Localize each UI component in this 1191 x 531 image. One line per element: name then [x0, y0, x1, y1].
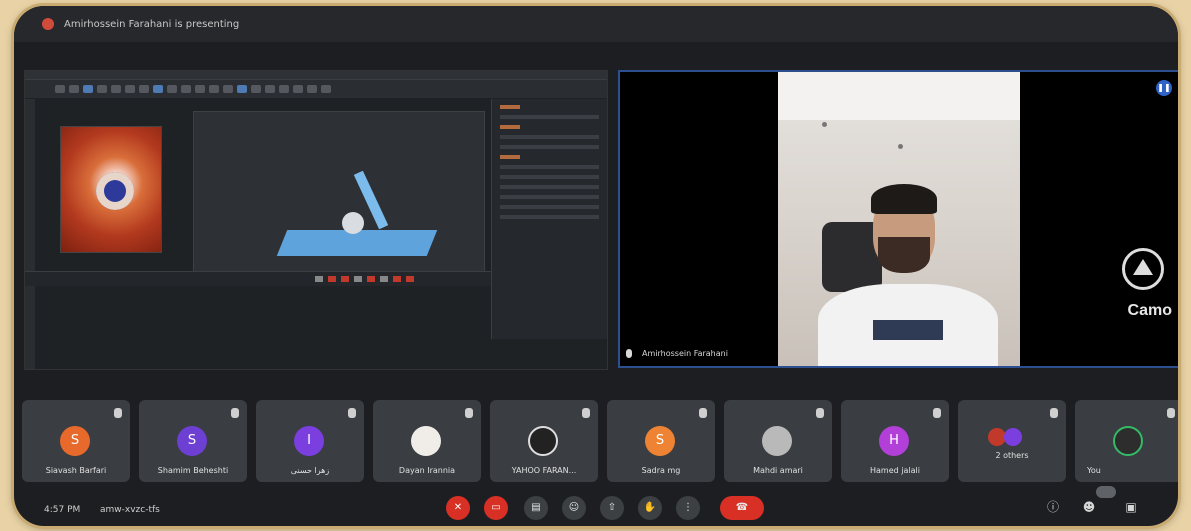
avatar-photo — [1113, 426, 1143, 456]
participant-tile-others[interactable]: 2 others — [958, 400, 1066, 482]
mic-off-icon — [582, 408, 590, 418]
camera-off-button[interactable]: ▭ — [484, 496, 508, 520]
top-bar: Amirhossein Farahani is presenting — [14, 6, 1178, 42]
participant-name: Sadra mg — [641, 466, 681, 475]
participant-tile[interactable]: H Hamed jalali — [841, 400, 949, 482]
participant-name: Mahdi amari — [753, 466, 803, 475]
emoji-button[interactable]: ☺ — [562, 496, 586, 520]
presenting-banner: Amirhossein Farahani is presenting — [64, 18, 240, 30]
participant-name: Siavash Barfari — [45, 466, 107, 475]
participant-name: You — [1087, 466, 1101, 475]
speaker-name-tag: Amirhossein Farahani — [626, 349, 728, 358]
participant-name: Dayan Irannia — [398, 466, 456, 475]
mic-off-button[interactable]: ✕ — [446, 496, 470, 520]
camera-feed — [778, 72, 1020, 366]
participant-tile[interactable]: YAHOO FARAN... — [490, 400, 598, 482]
meeting-code: amw-xvzc-tfs — [100, 505, 160, 515]
mic-off-icon — [348, 408, 356, 418]
mic-off-icon — [465, 408, 473, 418]
mic-off-icon — [1167, 408, 1175, 418]
mic-off-icon — [699, 408, 707, 418]
participant-tile[interactable]: Mahdi amari — [724, 400, 832, 482]
participant-tile[interactable]: S Sadra mg — [607, 400, 715, 482]
avatar-photo — [411, 426, 441, 456]
camo-logo-icon — [1122, 248, 1164, 290]
more-options-button[interactable]: ⋮ — [676, 496, 700, 520]
participant-tile[interactable]: I زهرا حسنی — [256, 400, 364, 482]
avatar: H — [879, 426, 909, 456]
captions-button[interactable]: ▤ — [524, 496, 548, 520]
people-icon[interactable]: ☻ — [1082, 500, 1096, 514]
participant-name: زهرا حسنی — [290, 466, 330, 475]
clock: 4:57 PM — [44, 505, 81, 515]
app-menubar — [25, 71, 607, 80]
avatar: S — [645, 426, 675, 456]
mic-off-icon — [933, 408, 941, 418]
avatar-photo — [762, 426, 792, 456]
avatar: S — [177, 426, 207, 456]
participant-tile-self[interactable]: You — [1075, 400, 1178, 482]
raise-hand-button[interactable]: ✋ — [638, 496, 662, 520]
presentation-tile[interactable] — [24, 70, 608, 370]
mic-off-icon — [231, 408, 239, 418]
bottom-bar: 4:57 PM amw-xvzc-tfs ✕ ▭ ▤ ☺ ⇧ ✋ ⋮ ☎ ⓘ ☻… — [14, 486, 1178, 526]
participant-name: Shamim Beheshti — [157, 466, 229, 475]
avatar: I — [294, 426, 324, 456]
participant-tile[interactable]: S Siavash Barfari — [22, 400, 130, 482]
participant-strip: S Siavash Barfari S Shamim Beheshti I زه… — [22, 400, 1178, 484]
participant-name: Hamed jalali — [870, 466, 920, 475]
present-button[interactable]: ⇧ — [600, 496, 624, 520]
participant-count-badge — [1096, 486, 1116, 498]
participant-tile[interactable]: Dayan Irannia — [373, 400, 481, 482]
mic-off-icon — [114, 408, 122, 418]
participant-tile[interactable]: S Shamim Beheshti — [139, 400, 247, 482]
chat-icon[interactable]: ▣ — [1124, 500, 1138, 514]
speaker-tile[interactable]: Amirhossein Farahani ❚❚ Camo — [618, 70, 1178, 368]
attributes-panel — [491, 99, 607, 339]
3d-viewport — [193, 111, 485, 283]
speaking-indicator-icon: ❚❚ — [1156, 80, 1172, 96]
recording-icon — [42, 18, 54, 30]
avatar-photo — [528, 426, 558, 456]
info-icon[interactable]: ⓘ — [1046, 500, 1060, 514]
avatar-group — [1004, 428, 1022, 446]
mic-off-icon — [1050, 408, 1058, 418]
animation-timeline — [25, 271, 491, 286]
meet-window: Amirhossein Farahani is presenting Amirh… — [14, 6, 1178, 526]
mic-icon — [626, 349, 632, 358]
participant-name: 2 others — [995, 451, 1029, 460]
render-preview — [60, 126, 162, 253]
camo-watermark: Camo — [1127, 302, 1172, 319]
app-left-toolbar — [25, 99, 35, 369]
participant-name: YAHOO FARAN... — [511, 466, 577, 475]
app-toolbar — [25, 80, 607, 98]
mic-off-icon — [816, 408, 824, 418]
end-call-button[interactable]: ☎ — [720, 496, 764, 520]
avatar: S — [60, 426, 90, 456]
speaker-name: Amirhossein Farahani — [642, 349, 728, 358]
